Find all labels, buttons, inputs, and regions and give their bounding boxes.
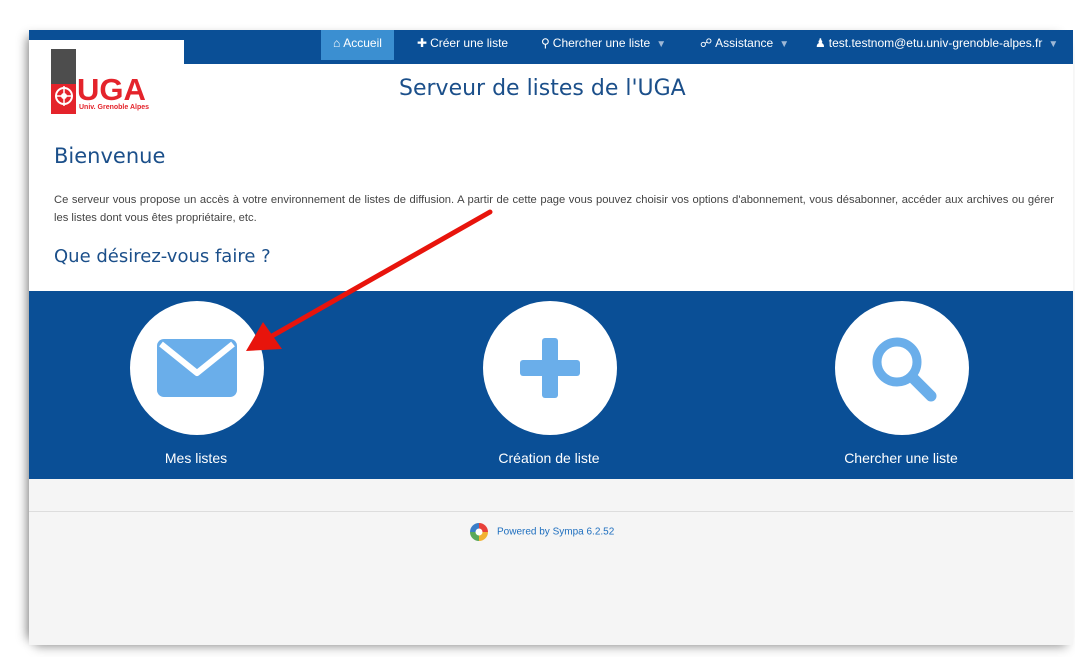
plus-icon: ✚ — [417, 36, 428, 50]
nav-chercher-liste-label: Chercher une liste — [552, 36, 651, 50]
nav-creer-liste[interactable]: ✚ Créer une liste — [417, 30, 508, 60]
logo-subtitle: Univ. Grenoble Alpes — [79, 104, 150, 111]
nav-chercher-liste[interactable]: ⚲ Chercher une liste ▼ — [541, 30, 666, 60]
question-heading: Que désirez-vous faire ? — [54, 246, 271, 267]
nav-user-account[interactable]: ♟ test.testnom@etu.univ-grenoble-alpes.fr… — [815, 30, 1058, 60]
nav-assistance-label: Assistance — [715, 36, 774, 50]
top-navbar: ⌂ Accueil ✚ Créer une liste ⚲ Chercher une … — [29, 30, 1073, 64]
footer-divider — [29, 511, 1073, 512]
action-chercher-liste[interactable]: Chercher une liste — [771, 301, 1031, 479]
envelope-icon — [157, 339, 237, 397]
search-icon — [872, 337, 937, 402]
logo-bar-dark — [51, 49, 76, 84]
search-icon: ⚲ — [541, 36, 550, 50]
chevron-down-icon: ▼ — [779, 39, 790, 50]
nav-assistance[interactable]: ☍ Assistance ▼ — [700, 30, 789, 60]
user-icon: ♟ — [815, 36, 826, 50]
creation-liste-circle[interactable] — [483, 301, 617, 435]
uga-logo[interactable]: UGA Univ. Grenoble Alpes — [29, 40, 184, 114]
mes-listes-label[interactable]: Mes listes — [66, 450, 326, 466]
nav-accueil-label: Accueil — [343, 36, 382, 50]
powered-by-sympa[interactable]: Powered by Sympa 6.2.52 — [469, 522, 614, 542]
browser-page: ⌂ Accueil ✚ Créer une liste ⚲ Chercher une … — [29, 30, 1073, 645]
action-band: Mes listes Création de liste Chercher un… — [29, 291, 1073, 479]
logo-text: UGA — [77, 72, 146, 107]
welcome-heading: Bienvenue — [54, 144, 166, 168]
powered-by-label: Powered by Sympa 6.2.52 — [497, 526, 615, 538]
action-creation-liste[interactable]: Création de liste — [419, 301, 679, 479]
nav-accueil[interactable]: ⌂ Accueil — [321, 30, 394, 60]
chevron-down-icon: ▼ — [656, 39, 667, 50]
nav-creer-liste-label: Créer une liste — [430, 36, 509, 50]
globe-icon: ☍ — [700, 36, 713, 50]
nav-user-label: test.testnom@etu.univ-grenoble-alpes.fr — [828, 36, 1043, 50]
action-mes-listes[interactable]: Mes listes — [66, 301, 326, 479]
chercher-liste-circle[interactable] — [835, 301, 969, 435]
home-icon: ⌂ — [333, 36, 341, 50]
mes-listes-circle[interactable] — [130, 301, 264, 435]
chevron-down-icon: ▼ — [1048, 39, 1059, 50]
intro-text: Ce serveur vous propose un accès à votre… — [54, 194, 1054, 224]
sympa-logo-icon — [470, 523, 488, 541]
page-title: Serveur de listes de l'UGA — [399, 76, 686, 101]
logo-emblem-icon — [55, 86, 73, 106]
chercher-liste-label[interactable]: Chercher une liste — [771, 450, 1031, 466]
creation-liste-label[interactable]: Création de liste — [419, 450, 679, 466]
main-content: Bienvenue Ce serveur vous propose un acc… — [29, 114, 1073, 291]
site-header: UGA Univ. Grenoble Alpes Serveur de list… — [29, 40, 1073, 114]
plus-icon — [520, 338, 580, 398]
